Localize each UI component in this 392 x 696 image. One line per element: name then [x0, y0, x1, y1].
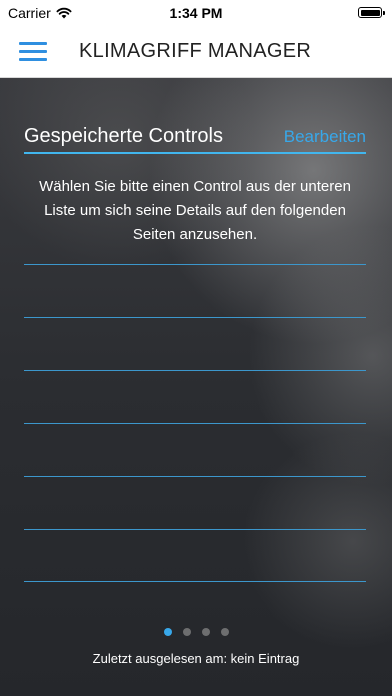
list-item[interactable] — [24, 370, 366, 423]
list-item[interactable] — [24, 476, 366, 529]
list-item[interactable] — [24, 264, 366, 317]
app-title: KLIMAGRIFF MANAGER — [79, 40, 312, 62]
section-title: Gespeicherte Controls — [24, 125, 223, 147]
status-bar: Carrier 1:34 PM — [0, 0, 392, 26]
page-dot[interactable] — [182, 628, 191, 636]
controls-list — [24, 264, 366, 582]
page-dot[interactable] — [201, 628, 210, 636]
main-content: Gespeicherte Controls Bearbeiten Wählen … — [0, 78, 392, 696]
menu-bar-line — [19, 42, 47, 45]
menu-bar-line — [19, 50, 47, 53]
menu-bar-line — [19, 58, 47, 61]
navigation-bar: KLIMAGRIFF MANAGER — [0, 26, 392, 78]
hamburger-menu-icon[interactable] — [19, 42, 47, 62]
edit-button[interactable]: Bearbeiten — [284, 127, 366, 147]
instructions-text: Wählen Sie bitte einen Control aus der u… — [39, 178, 351, 243]
page-indicator[interactable] — [0, 628, 392, 636]
app-screen: Carrier 1:34 PM KLIMAGRIFF MANAGER Gespe… — [0, 0, 392, 696]
list-item[interactable] — [24, 529, 366, 582]
last-read-text: Zuletzt ausgelesen am: kein Eintrag — [92, 651, 300, 666]
page-dot[interactable] — [163, 628, 172, 636]
list-item[interactable] — [24, 423, 366, 476]
section-header: Gespeicherte Controls Bearbeiten — [24, 124, 366, 154]
page-dot[interactable] — [220, 628, 229, 636]
battery-icon — [358, 7, 385, 18]
status-time: 1:34 PM — [169, 5, 223, 21]
list-item[interactable] — [24, 317, 366, 370]
